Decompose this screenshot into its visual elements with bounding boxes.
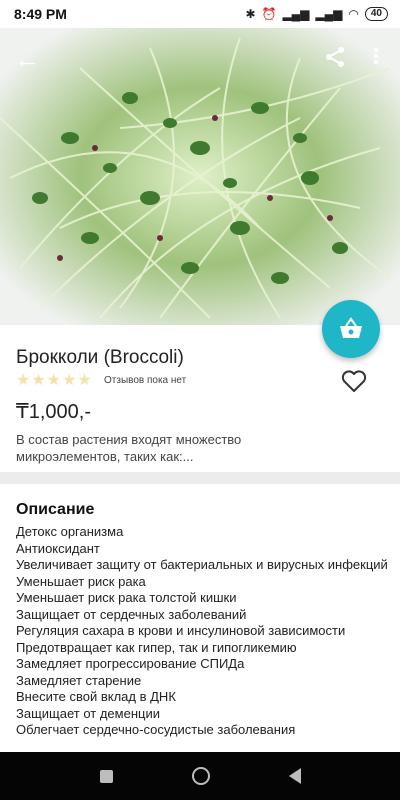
- heart-outline-icon: [341, 370, 367, 392]
- list-item: Уменьшает риск рака толстой кишки: [16, 590, 237, 605]
- status-bar: 8:49 PM ✱ ⏰ ▂▄▆ ▂▄▆ ◠ 40: [0, 0, 400, 28]
- signal-icon: ▂▄▆: [282, 7, 310, 21]
- recents-square-icon[interactable]: [99, 769, 113, 783]
- microgreens-photo: [0, 28, 400, 325]
- star-icon: ★: [77, 372, 92, 389]
- list-item: Антиоксидант: [16, 540, 100, 556]
- back-button[interactable]: ←: [14, 44, 44, 74]
- product-price: ₸1,000,-: [16, 401, 91, 423]
- arrow-left-icon: ←: [14, 44, 40, 74]
- description-list: Детокс организма Антиоксидант Увеличивае…: [16, 524, 388, 739]
- product-image: [0, 28, 400, 325]
- favorite-button[interactable]: [340, 367, 368, 395]
- more-options-button[interactable]: ⋮: [366, 44, 386, 70]
- more-vert-icon: ⋮: [366, 46, 386, 68]
- star-icon: ★: [62, 372, 77, 389]
- list-item: Замедляет прогрессирование СПИДа: [16, 656, 245, 671]
- reviews-count: Отзывов пока нет: [104, 375, 187, 386]
- section-divider: [0, 472, 400, 484]
- list-item: Увеличивает защиту от бактериальных и ви…: [16, 557, 388, 572]
- rating-stars[interactable]: ★ ★ ★ ★ ★: [16, 373, 92, 389]
- list-item: Регуляция сахара в крови и инсулиновой з…: [16, 623, 346, 638]
- home-circle-icon[interactable]: [191, 767, 210, 785]
- list-item: Предотвращает как гипер, так и гипоглике…: [16, 639, 297, 655]
- list-item: Уменьшает риск рака: [16, 573, 146, 589]
- system-nav-bar: [0, 752, 400, 800]
- signal-icon: ▂▄▆: [315, 7, 343, 21]
- back-triangle-icon[interactable]: [288, 768, 301, 784]
- add-to-basket-button[interactable]: [322, 300, 380, 358]
- description-title: Описание: [16, 501, 95, 518]
- wifi-icon: ◠: [348, 7, 359, 21]
- list-item: Внесите свой вклад в ДНК: [16, 689, 176, 704]
- share-button[interactable]: [322, 44, 348, 70]
- share-icon: [326, 47, 344, 67]
- bluetooth-icon: ✱: [245, 7, 256, 21]
- basket-icon: [340, 317, 362, 338]
- star-icon: ★: [16, 372, 31, 389]
- list-item: Замедляет старение: [16, 672, 142, 688]
- list-item: Защищает от деменции: [16, 705, 160, 721]
- battery-icon: 40: [364, 7, 388, 21]
- description-section: Описание Детокс организма Антиоксидант У…: [0, 484, 400, 752]
- list-item: Облегчает сердечно-сосудистые заболевани…: [16, 722, 296, 737]
- star-icon: ★: [46, 372, 62, 389]
- list-item: Детокс организма: [16, 524, 124, 539]
- short-description[interactable]: В состав растения входят множество микро…: [16, 431, 346, 465]
- star-icon: ★: [31, 372, 46, 389]
- list-item: Защищает от сердечных заболеваний: [16, 606, 247, 622]
- status-time: 8:49 PM: [14, 6, 67, 22]
- alarm-icon: ⏰: [261, 7, 277, 21]
- product-title: Брокколи (Broccoli): [16, 347, 184, 368]
- status-icons: ✱ ⏰ ▂▄▆ ▂▄▆ ◠ 40: [245, 7, 388, 21]
